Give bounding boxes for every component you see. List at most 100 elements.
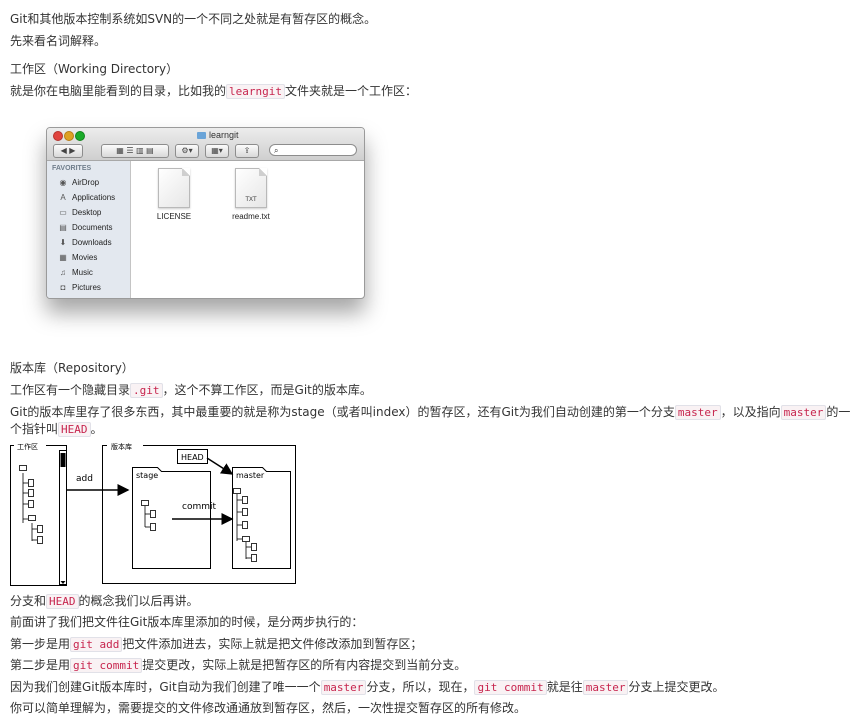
sidebar-item-label: Movies xyxy=(72,253,98,262)
stage-folder xyxy=(132,467,211,569)
action-gear-icon: ⚙▾ xyxy=(175,144,199,158)
working-directory-box xyxy=(10,445,67,586)
sidebar-item-label: Desktop xyxy=(72,208,102,217)
text: Git的版本库里存了很多东西，其中最重要的就是称为stage（或者叫index）… xyxy=(10,405,675,419)
text: 把文件添加进去，实际上就是把文件修改添加到暂存区； xyxy=(122,637,423,651)
text: 。 xyxy=(90,422,103,436)
text: 第一步是用 xyxy=(10,637,71,651)
inline-code: git add xyxy=(70,637,123,652)
file-item: TXT readme.txt xyxy=(231,168,271,221)
inline-code: HEAD xyxy=(58,422,91,437)
sidebar-item-documents: ▤ Documents xyxy=(47,220,130,235)
sidebar-item-movies: ▦ Movies xyxy=(47,250,130,265)
inline-code: .git xyxy=(130,383,163,398)
master-commit-paragraph: 因为我们创建Git版本库时，Git自动为我们创建了唯一一个 master 分支，所以… xyxy=(10,679,724,696)
text: 工作区有一个隐藏目录 xyxy=(10,383,131,397)
text: 第二步是用 xyxy=(10,658,71,672)
minimize-icon xyxy=(64,131,74,141)
sidebar-item-label: Pictures xyxy=(72,283,101,292)
sidebar-item-label: AirDrop xyxy=(72,178,100,187)
text: 分支和 xyxy=(10,594,47,608)
summary-paragraph: 你可以简单理解为，需要提交的文件修改通通放到暂存区，然后，一次性提交暂存区的所有… xyxy=(10,701,527,715)
sidebar-item-applications: A Applications xyxy=(47,190,130,205)
document-icon: TXT xyxy=(235,168,267,208)
inline-code: master xyxy=(320,680,367,695)
inline-code: master xyxy=(582,680,629,695)
text: ，这个不算工作区，而是Git的版本库。 xyxy=(162,383,372,397)
text: 文件夹就是一个工作区： xyxy=(285,84,418,98)
intro-paragraph: Git和其他版本控制系统如SVN的一个不同之处就是有暂存区的概念。 xyxy=(10,12,377,26)
finder-window-image: learngit ◀ ▶ ▦ ☰ ▥ ▤ ⚙▾ ▦▾ ⇪ ⌕ FAVORITES… xyxy=(46,127,365,299)
favorites-label: FAVORITES xyxy=(52,165,92,172)
scrollbar xyxy=(59,450,67,585)
repo-label: 版本库 xyxy=(111,442,132,451)
movies-icon: ▦ xyxy=(59,253,67,262)
stage-label: stage xyxy=(136,471,158,480)
applications-icon: A xyxy=(60,193,66,202)
repository-heading: 版本库（Repository） xyxy=(10,361,134,375)
add-label: add xyxy=(76,474,93,484)
working-directory-heading: 工作区（Working Directory） xyxy=(10,62,179,76)
inline-code: HEAD xyxy=(46,594,79,609)
share-icon: ⇪ xyxy=(235,144,259,158)
music-icon: ♫ xyxy=(60,268,66,277)
sidebar-item-label: Applications xyxy=(72,193,116,202)
intro-paragraph-2: 先来看名词解释。 xyxy=(10,34,107,48)
inline-code: git commit xyxy=(474,680,547,695)
airdrop-icon: ◉ xyxy=(59,178,67,187)
stage-paragraph: Git的版本库里存了很多东西，其中最重要的就是称为stage（或者叫index）… xyxy=(10,404,855,438)
close-icon xyxy=(53,131,63,141)
workdir-label: 工作区 xyxy=(17,442,38,451)
view-mode-icon: ▦ ☰ ▥ ▤ xyxy=(101,144,169,158)
documents-icon: ▤ xyxy=(59,223,67,232)
search-field-icon: ⌕ xyxy=(269,144,357,156)
sidebar-item-airdrop: ◉ AirDrop xyxy=(47,175,130,190)
sidebar-item-downloads: ⬇ Downloads xyxy=(47,235,130,250)
two-steps-paragraph: 前面讲了我们把文件往Git版本库里添加的时候，是分两步执行的： xyxy=(10,615,364,629)
inline-code: learngit xyxy=(226,84,285,99)
repository-paragraph: 工作区有一个隐藏目录 .git ，这个不算工作区，而是Git的版本库。 xyxy=(10,382,372,399)
text: 因为我们创建Git版本库时，Git自动为我们创建了唯一一个 xyxy=(10,680,321,694)
desktop-icon: ▭ xyxy=(59,208,67,217)
text: ，以及指向 xyxy=(720,405,781,419)
text: 提交更改，实际上就是把暂存区的所有内容提交到当前分支。 xyxy=(142,658,467,672)
file-name: readme.txt xyxy=(232,212,270,221)
inline-code: master xyxy=(780,405,827,420)
text: 分支，所以，现在， xyxy=(366,680,475,694)
git-stage-diagram: 工作区 版本库 stage master HEAD add commit xyxy=(10,442,296,586)
sidebar-item-label: Music xyxy=(72,268,93,277)
sidebar-item-label: Downloads xyxy=(72,238,112,247)
pictures-icon: ◘ xyxy=(60,283,66,292)
text: 就是往 xyxy=(546,680,583,694)
arrange-icon: ▦▾ xyxy=(205,144,229,158)
step-one-paragraph: 第一步是用 git add 把文件添加进去，实际上就是把文件修改添加到暂存区； xyxy=(10,636,422,653)
sidebar-item-desktop: ▭ Desktop xyxy=(47,205,130,220)
back-forward-icon: ◀ ▶ xyxy=(53,144,83,158)
finder-sidebar: FAVORITES ◉ AirDrop A Applications ▭ Desktop ▤… xyxy=(47,161,131,298)
finder-titlebar: learngit ◀ ▶ ▦ ☰ ▥ ▤ ⚙▾ ▦▾ ⇪ ⌕ xyxy=(47,128,364,161)
head-label: HEAD xyxy=(181,453,204,462)
inline-code: master xyxy=(674,405,721,420)
file-type-badge: TXT xyxy=(245,197,257,203)
sidebar-item-pictures: ◘ Pictures xyxy=(47,280,130,295)
text: 就是你在电脑里能看到的目录，比如我的 xyxy=(10,84,227,98)
working-directory-paragraph: 就是你在电脑里能看到的目录，比如我的 learngit 文件夹就是一个工作区： xyxy=(10,83,417,100)
branch-head-paragraph: 分支和 HEAD 的概念我们以后再讲。 xyxy=(10,593,199,610)
master-label: master xyxy=(236,471,265,480)
text: 的概念我们以后再讲。 xyxy=(78,594,199,608)
zoom-icon xyxy=(75,131,85,141)
scrollbar-thumb xyxy=(60,453,66,467)
inline-code: git commit xyxy=(70,658,143,673)
folder-icon xyxy=(197,132,206,140)
text: 分支上提交更改。 xyxy=(628,680,725,694)
sidebar-list: ◉ AirDrop A Applications ▭ Desktop ▤ Documents ⬇… xyxy=(47,175,130,295)
sidebar-item-music: ♫ Music xyxy=(47,265,130,280)
master-folder xyxy=(232,467,291,569)
downloads-icon: ⬇ xyxy=(59,238,67,247)
file-item: LICENSE xyxy=(154,168,194,221)
finder-title-text: learngit xyxy=(209,130,239,140)
commit-label: commit xyxy=(182,502,216,512)
file-name: LICENSE xyxy=(156,212,192,221)
finder-title: learngit xyxy=(197,130,239,140)
step-two-paragraph: 第二步是用 git commit 提交更改，实际上就是把暂存区的所有内容提交到当前分… xyxy=(10,657,466,674)
